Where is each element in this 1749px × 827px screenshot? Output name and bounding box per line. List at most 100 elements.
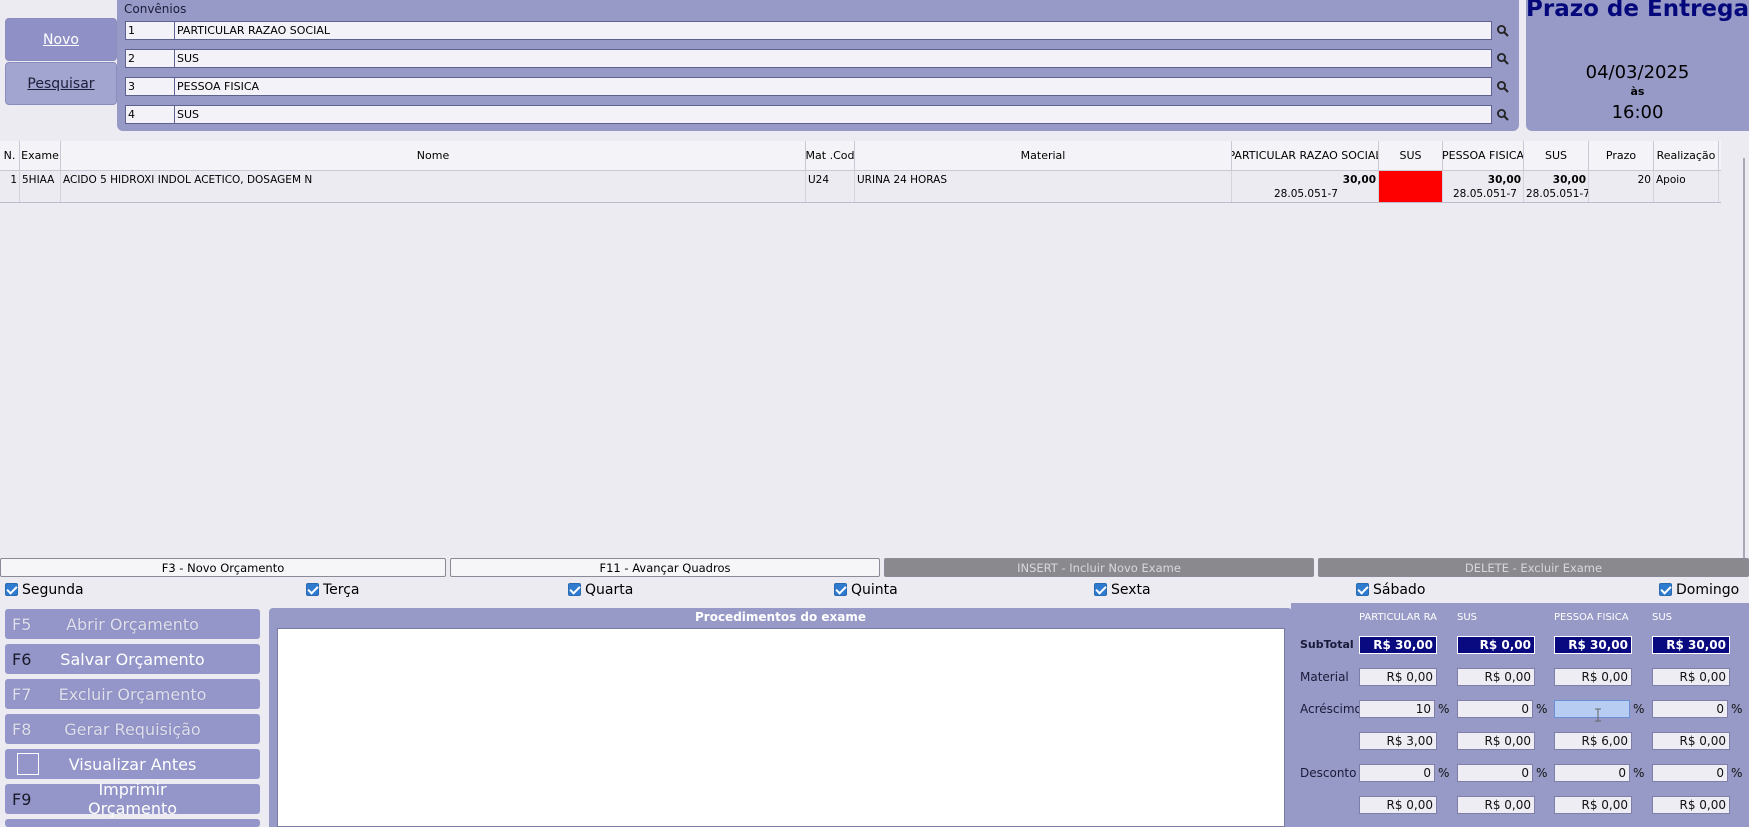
imprimir-orcamento-button[interactable]: F9 Imprimir Orçamento xyxy=(5,780,260,818)
day-label: Terça xyxy=(323,581,360,598)
col-header[interactable]: N. xyxy=(0,141,20,170)
col-header[interactable]: SUS xyxy=(1379,141,1443,170)
vertical-scrollbar[interactable] xyxy=(1743,158,1745,558)
percent-sign: % xyxy=(1731,766,1743,780)
checkbox-checked-icon[interactable] xyxy=(306,583,319,596)
excluir-exame-delete-button[interactable]: DELETE - Excluir Exame xyxy=(1318,558,1749,577)
convenio-code[interactable]: 2 xyxy=(126,50,175,67)
novo-orcamento-f3-button[interactable]: F3 - Novo Orçamento xyxy=(0,558,446,577)
checkbox-checked-icon[interactable] xyxy=(834,583,847,596)
checkbox-checked-icon[interactable] xyxy=(1094,583,1107,596)
cell-sus[interactable]: 30,00 28.05.051-7 xyxy=(1524,171,1589,202)
day-sexta[interactable]: Sexta xyxy=(1094,581,1151,598)
col-header[interactable]: Mat .Cod xyxy=(806,141,855,170)
convenio-code[interactable]: 4 xyxy=(126,106,175,123)
col-header[interactable]: Material xyxy=(855,141,1232,170)
avancar-quadros-f11-button[interactable]: F11 - Avançar Quadros xyxy=(450,558,880,577)
convenios-title: Convênios xyxy=(124,2,187,16)
convenio-code[interactable]: 1 xyxy=(126,22,175,39)
checkbox-checked-icon[interactable] xyxy=(5,583,18,596)
visualizar-checkbox[interactable] xyxy=(17,753,39,775)
procedimentos-textarea[interactable] xyxy=(277,628,1285,827)
visualizar-antes-toggle[interactable]: Visualizar Antes xyxy=(5,749,260,779)
desconto-percent-input[interactable]: 0 xyxy=(1359,764,1435,782)
desconto-value: R$ 0,00 xyxy=(1359,796,1437,814)
text-cursor-icon xyxy=(1595,708,1601,722)
gerar-requisicao-button[interactable]: F8 Gerar Requisição xyxy=(5,714,260,744)
cell-pessoa-fisica[interactable]: 30,00 28.05.051-7 xyxy=(1443,171,1524,202)
cell-prazo[interactable]: 20 xyxy=(1589,171,1654,202)
day-segunda[interactable]: Segunda xyxy=(5,581,84,598)
acrescimo-percent-input[interactable]: 10 xyxy=(1359,700,1435,718)
excluir-orcamento-button[interactable]: F7 Excluir Orçamento xyxy=(5,679,260,709)
convenio-name[interactable]: PESSOA FISICA xyxy=(175,80,259,93)
convenio-row-4[interactable]: 4 SUS xyxy=(125,105,1492,124)
search-icon[interactable] xyxy=(1496,80,1510,94)
col-header[interactable]: PARTICULAR RAZAO SOCIAL xyxy=(1232,141,1379,170)
day-domingo[interactable]: Domingo xyxy=(1659,581,1739,598)
col-header[interactable]: SUS xyxy=(1524,141,1589,170)
desconto-percent-input[interactable]: 0 xyxy=(1554,764,1630,782)
cell-sus-empty[interactable] xyxy=(1379,171,1443,202)
salvar-orcamento-button[interactable]: F6 Salvar Orçamento xyxy=(5,644,260,674)
pesquisar-button[interactable]: Pesquisar xyxy=(5,62,117,105)
acrescimo-percent-input[interactable]: 0 xyxy=(1457,700,1533,718)
convenio-name[interactable]: SUS xyxy=(175,108,199,121)
day-quinta[interactable]: Quinta xyxy=(834,581,898,598)
convenio-row-3[interactable]: 3 PESSOA FISICA xyxy=(125,77,1492,96)
col-header[interactable]: Prazo xyxy=(1589,141,1654,170)
cell-exame[interactable]: 5HIAA xyxy=(20,171,61,202)
cell-nome[interactable]: ACIDO 5 HIDROXI INDOL ACETICO, DOSAGEM N xyxy=(61,171,806,202)
procedure-code: 28.05.051-7 xyxy=(1453,188,1517,200)
novo-button[interactable]: Novo xyxy=(5,18,117,61)
percent-sign: % xyxy=(1731,702,1743,716)
procedure-code: 28.05.051-7 xyxy=(1274,188,1338,200)
search-icon[interactable] xyxy=(1496,52,1510,66)
cell-realizacao[interactable]: Apoio xyxy=(1654,171,1719,202)
checkbox-checked-icon[interactable] xyxy=(568,583,581,596)
cell-n[interactable]: 1 xyxy=(0,171,20,202)
table-row[interactable]: 1 5HIAA ACIDO 5 HIDROXI INDOL ACETICO, D… xyxy=(0,171,1721,203)
convenio-row-1[interactable]: 1 PARTICULAR RAZAO SOCIAL xyxy=(125,21,1492,40)
convenio-code[interactable]: 3 xyxy=(126,78,175,95)
percent-sign: % xyxy=(1633,766,1645,780)
day-sabado[interactable]: Sábado xyxy=(1356,581,1425,598)
more-action-button[interactable] xyxy=(5,819,260,827)
cell-material[interactable]: URINA 24 HORAS xyxy=(855,171,1232,202)
day-label: Sexta xyxy=(1111,581,1151,598)
button-label: Imprimir Orçamento xyxy=(87,780,178,818)
abrir-orcamento-button[interactable]: F5 Abrir Orçamento xyxy=(5,609,260,639)
shortcut-key: F8 xyxy=(12,719,32,739)
day-quarta[interactable]: Quarta xyxy=(568,581,633,598)
col-header[interactable]: Exame xyxy=(20,141,61,170)
totals-col-header: SUS xyxy=(1457,612,1478,623)
desconto-label: Desconto xyxy=(1300,766,1357,780)
col-header[interactable]: Realização xyxy=(1654,141,1719,170)
acrescimo-percent-input-focused[interactable] xyxy=(1554,700,1630,718)
prazo-title: Prazo de Entrega xyxy=(1526,0,1749,22)
button-label: Salvar Orçamento xyxy=(60,649,205,669)
material-value: R$ 0,00 xyxy=(1457,668,1535,686)
cell-particular[interactable]: 30,00 28.05.051-7 xyxy=(1232,171,1379,202)
shortcut-key: F5 xyxy=(12,614,32,634)
convenio-row-2[interactable]: 2 SUS xyxy=(125,49,1492,68)
subtotal-value: R$ 30,00 xyxy=(1359,636,1437,654)
col-header[interactable]: PESSOA FISICA xyxy=(1443,141,1524,170)
acrescimo-percent-input[interactable]: 0 xyxy=(1652,700,1728,718)
convenio-name[interactable]: SUS xyxy=(175,52,199,65)
button-label: Gerar Requisição xyxy=(64,719,201,739)
checkbox-checked-icon[interactable] xyxy=(1356,583,1369,596)
desconto-percent-input[interactable]: 0 xyxy=(1652,764,1728,782)
checkbox-checked-icon[interactable] xyxy=(1659,583,1672,596)
search-icon[interactable] xyxy=(1496,24,1510,38)
search-icon[interactable] xyxy=(1496,108,1510,122)
day-terca[interactable]: Terça xyxy=(306,581,360,598)
col-header[interactable]: Nome xyxy=(61,141,806,170)
incluir-exame-insert-button[interactable]: INSERT - Incluir Novo Exame xyxy=(884,558,1314,577)
button-label: Abrir Orçamento xyxy=(66,614,199,634)
cell-mat-cod[interactable]: U24 xyxy=(806,171,855,202)
price-value: 30,00 xyxy=(1487,174,1521,186)
desconto-percent-input[interactable]: 0 xyxy=(1457,764,1533,782)
desconto-value: R$ 0,00 xyxy=(1554,796,1632,814)
convenio-name[interactable]: PARTICULAR RAZAO SOCIAL xyxy=(175,24,330,37)
